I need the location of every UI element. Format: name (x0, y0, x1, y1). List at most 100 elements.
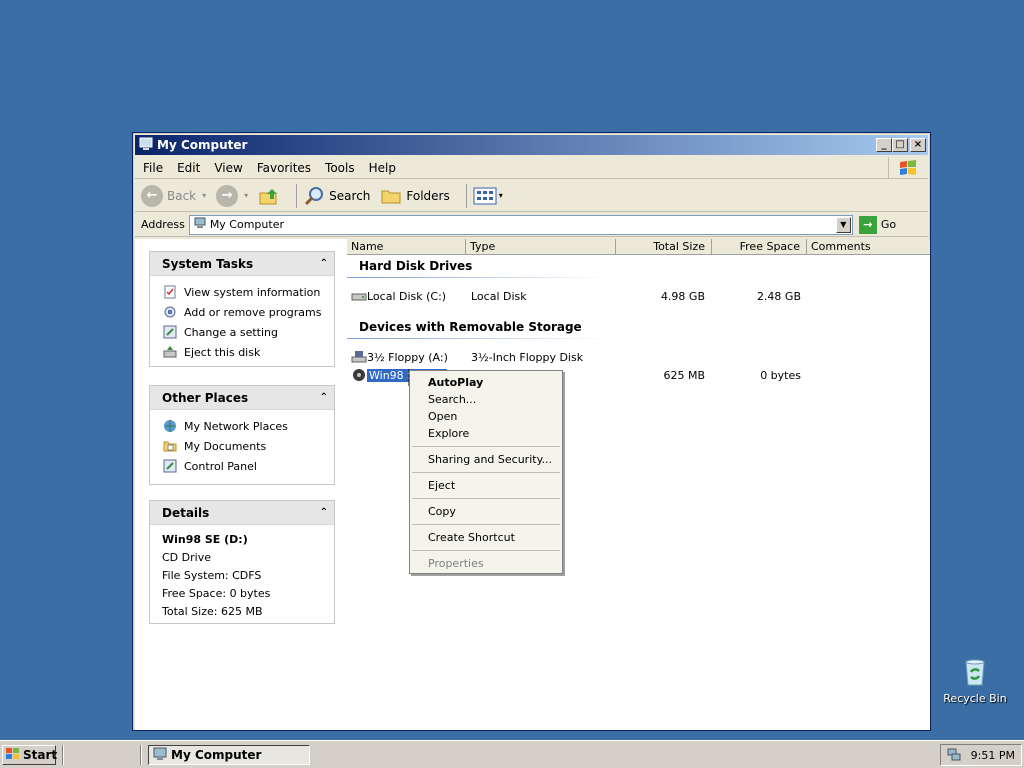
item-free-space: 2.48 GB (756, 289, 801, 303)
column-free-space[interactable]: Free Space (712, 239, 807, 254)
system-tasks-header[interactable]: System Tasks ⌃ (150, 252, 334, 276)
details-total-size: Total Size: 625 MB (162, 605, 263, 618)
go-arrow-icon: → (858, 215, 877, 234)
menu-file[interactable]: File (143, 161, 163, 175)
menu-bar: File Edit View Favorites Tools Help (135, 157, 928, 179)
task-view-system-info[interactable]: View system information (150, 282, 334, 302)
collapse-chevron-icon[interactable]: ⌃ (320, 392, 328, 403)
taskbar-item-my-computer[interactable]: My Computer (148, 745, 310, 765)
eject-icon (162, 344, 178, 360)
menu-tools[interactable]: Tools (325, 161, 355, 175)
recycle-bin-icon (959, 656, 991, 688)
task-change-setting[interactable]: Change a setting (150, 322, 334, 342)
menu-item-copy[interactable]: Copy (410, 503, 562, 520)
system-tasks-panel: System Tasks ⌃ View system information A… (149, 251, 335, 367)
maximize-button[interactable]: □ (892, 138, 908, 152)
other-places-title: Other Places (162, 390, 249, 405)
task-add-remove-programs[interactable]: Add or remove programs (150, 302, 334, 322)
column-name[interactable]: Name (347, 239, 466, 254)
place-control-panel[interactable]: Control Panel (150, 456, 334, 476)
column-total-size[interactable]: Total Size (616, 239, 712, 254)
menu-edit[interactable]: Edit (177, 161, 200, 175)
details-title: Details (162, 505, 210, 520)
floppy-drive-icon (351, 350, 367, 364)
recycle-bin-desktop-icon[interactable]: Recycle Bin (940, 656, 1010, 705)
folders-icon (381, 190, 401, 203)
menu-item-explore[interactable]: Explore (410, 425, 562, 442)
other-places-header[interactable]: Other Places ⌃ (150, 386, 334, 410)
windows-logo-icon (888, 157, 926, 179)
item-type: 3½-Inch Floppy Disk (471, 350, 584, 364)
other-places-panel: Other Places ⌃ My Network Places My Docu… (149, 385, 335, 485)
menu-item-open[interactable]: Open (410, 408, 562, 425)
address-dropdown-icon[interactable]: ▼ (835, 216, 851, 233)
start-button[interactable]: Start (2, 745, 57, 765)
list-item-local-disk[interactable]: Local Disk (C:) Local Disk 4.98 GB 2.48 … (347, 287, 930, 305)
group-divider (347, 338, 607, 339)
search-button[interactable]: Search (303, 185, 370, 207)
system-tasks-title: System Tasks (162, 256, 254, 271)
forward-dropdown-icon: ▾ (244, 191, 249, 200)
toolbar-separator (296, 183, 298, 208)
close-button[interactable]: × (910, 138, 926, 152)
column-comments[interactable]: Comments (807, 239, 930, 254)
toolbar-separator (465, 183, 467, 208)
taskbar-item-label: My Computer (171, 748, 262, 762)
taskbar-divider (62, 745, 64, 765)
up-folder-button[interactable] (258, 185, 280, 207)
system-info-icon (162, 284, 178, 300)
up-folder-icon (259, 188, 278, 204)
place-my-network-places[interactable]: My Network Places (150, 416, 334, 436)
group-removable-storage: Devices with Removable Storage (359, 320, 582, 334)
menu-item-autoplay[interactable]: AutoPlay (410, 374, 562, 391)
menu-item-create-shortcut[interactable]: Create Shortcut (410, 529, 562, 546)
views-dropdown-icon: ▾ (498, 191, 503, 200)
place-label: My Documents (184, 439, 267, 453)
details-panel: Details ⌃ Win98 SE (D:) CD Drive File Sy… (149, 500, 335, 624)
network-icon (162, 418, 178, 434)
back-label: Back (167, 188, 197, 203)
task-eject-disk[interactable]: Eject this disk (150, 342, 334, 362)
back-dropdown-icon: ▾ (202, 191, 207, 200)
item-name: Local Disk (C:) (367, 289, 447, 303)
menu-favorites[interactable]: Favorites (257, 161, 311, 175)
task-label: Change a setting (184, 325, 278, 339)
task-pane: System Tasks ⌃ View system information A… (135, 239, 347, 730)
title-bar[interactable]: My Computer _ □ × (135, 135, 928, 155)
place-my-documents[interactable]: My Documents (150, 436, 334, 456)
menu-item-search[interactable]: Search... (410, 391, 562, 408)
list-item-floppy[interactable]: 3½ Floppy (A:) 3½-Inch Floppy Disk (347, 348, 930, 366)
folders-button[interactable]: Folders (380, 185, 450, 207)
add-remove-icon (162, 304, 178, 320)
go-button[interactable]: → Go (858, 215, 896, 234)
collapse-chevron-icon[interactable]: ⌃ (320, 258, 328, 269)
column-headers: Name Type Total Size Free Space Comments (347, 239, 930, 255)
toolbar: ← Back ▾ → ▾ Search Folders ▾ (135, 180, 928, 212)
collapse-chevron-icon[interactable]: ⌃ (320, 507, 328, 518)
back-button[interactable]: ← Back ▾ (141, 184, 207, 207)
views-button[interactable]: ▾ (473, 186, 503, 206)
item-free-space: 0 bytes (760, 368, 801, 382)
forward-button[interactable]: → ▾ (216, 184, 249, 207)
address-input[interactable]: My Computer ▼ (188, 214, 853, 235)
details-header[interactable]: Details ⌃ (150, 501, 334, 525)
menu-separator (412, 550, 560, 551)
menu-view[interactable]: View (214, 161, 242, 175)
menu-item-sharing-security[interactable]: Sharing and Security... (410, 451, 562, 468)
search-icon (305, 186, 324, 205)
minimize-button[interactable]: _ (876, 138, 892, 152)
folders-label: Folders (406, 188, 450, 203)
menu-separator (412, 524, 560, 525)
menu-help[interactable]: Help (369, 161, 396, 175)
task-label: Add or remove programs (184, 305, 322, 319)
system-tray: 9:51 PM (940, 744, 1022, 766)
computer-icon (194, 217, 206, 232)
network-tray-icon[interactable] (947, 747, 961, 764)
back-arrow-icon: ← (141, 184, 163, 207)
address-label: Address (141, 218, 185, 231)
views-icon (473, 187, 497, 204)
menu-item-properties[interactable]: Properties (410, 555, 562, 572)
clock[interactable]: 9:51 PM (971, 749, 1015, 762)
column-type[interactable]: Type (466, 239, 616, 254)
menu-item-eject[interactable]: Eject (410, 477, 562, 494)
